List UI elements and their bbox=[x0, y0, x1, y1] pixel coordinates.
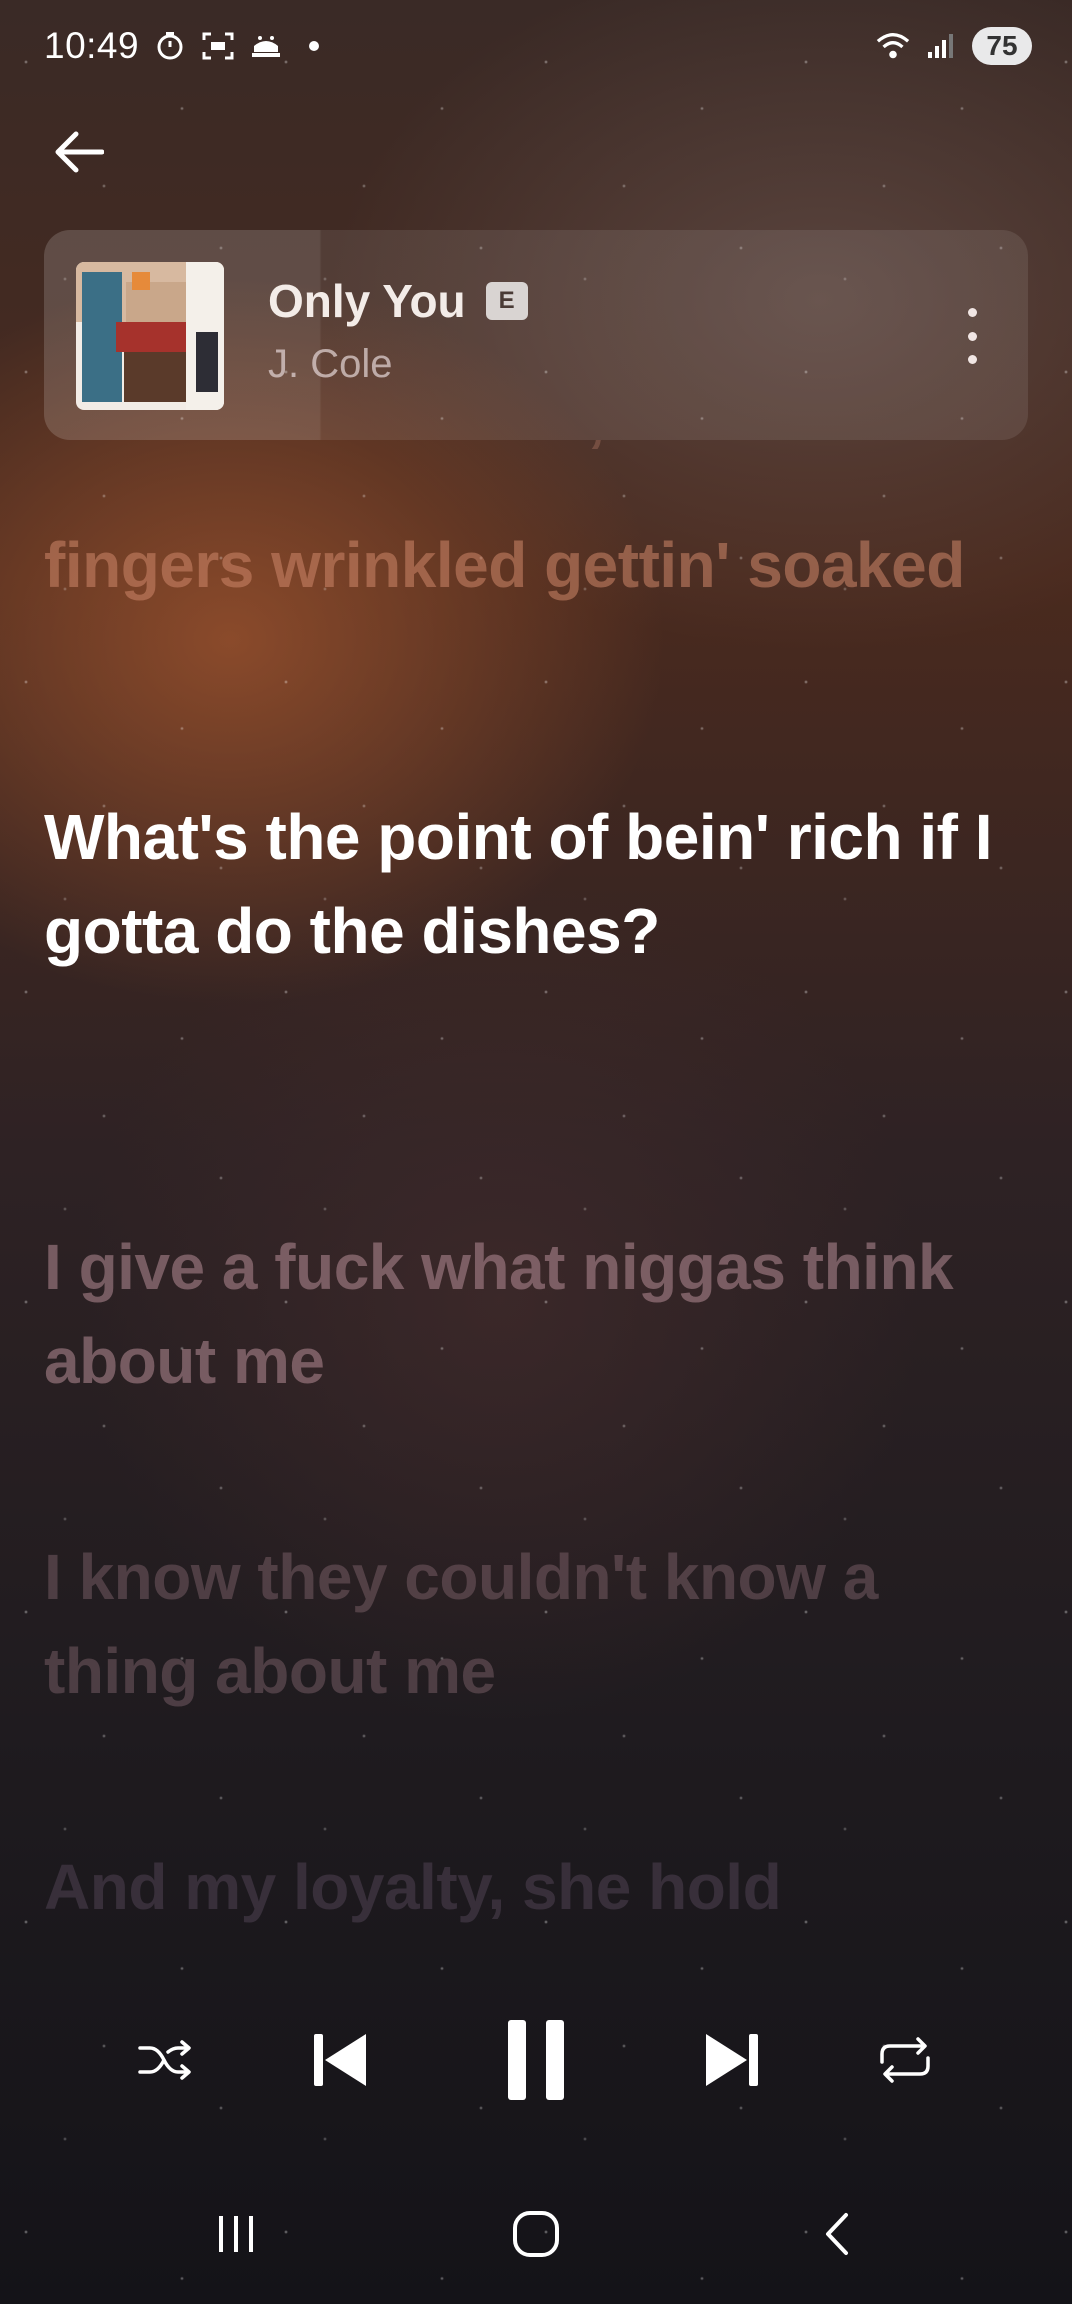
now-playing-card[interactable]: Only You E J. Cole bbox=[44, 230, 1028, 440]
pause-icon bbox=[508, 2020, 564, 2100]
repeat-button[interactable] bbox=[870, 2030, 940, 2090]
previous-icon bbox=[314, 2034, 366, 2086]
status-right: 75 bbox=[876, 27, 1032, 65]
more-dot-icon bbox=[967, 331, 977, 341]
player-controls bbox=[0, 2000, 1072, 2120]
lyric-line[interactable]: And my loyalty, she hold bbox=[44, 1840, 1024, 1930]
recent-apps-button[interactable] bbox=[196, 2194, 276, 2274]
lyrics-panel[interactable]: Dishwasher broke, fingers wrinkled getti… bbox=[44, 440, 1024, 1930]
status-time: 10:49 bbox=[44, 25, 140, 66]
screenshot-icon bbox=[201, 29, 235, 63]
more-options-button[interactable] bbox=[960, 308, 984, 364]
system-nav-bar bbox=[0, 2164, 1072, 2304]
lyric-line[interactable]: I give a fuck what niggas think about me bbox=[44, 1220, 1024, 1408]
status-left: 10:49 bbox=[44, 25, 331, 67]
track-artist[interactable]: J. Cole bbox=[268, 342, 528, 387]
wifi-icon bbox=[876, 29, 910, 63]
album-art bbox=[76, 262, 224, 410]
current-lyric-line[interactable]: What's the point of bein' rich if I gott… bbox=[44, 790, 1024, 978]
track-title: Only You bbox=[268, 275, 466, 327]
lyric-line[interactable]: Dishwasher broke, bbox=[44, 440, 1024, 464]
dot-icon bbox=[297, 29, 331, 63]
more-dot-icon bbox=[967, 308, 977, 317]
lyric-line[interactable]: fingers wrinkled gettin' soaked bbox=[44, 518, 1024, 612]
notification-icon bbox=[249, 29, 283, 63]
explicit-badge: E bbox=[485, 282, 528, 320]
track-info: Only You E J. Cole bbox=[268, 274, 528, 387]
back-nav-button[interactable] bbox=[796, 2194, 876, 2274]
pause-button[interactable] bbox=[490, 2010, 582, 2110]
signal-icon bbox=[924, 29, 958, 63]
back-button[interactable] bbox=[46, 120, 110, 184]
shuffle-button[interactable] bbox=[130, 2030, 200, 2090]
repeat-icon bbox=[880, 2037, 930, 2083]
home-icon bbox=[513, 2211, 559, 2257]
timer-icon bbox=[153, 29, 187, 63]
next-button[interactable] bbox=[692, 2020, 772, 2100]
home-button[interactable] bbox=[496, 2194, 576, 2274]
track-title-row: Only You E bbox=[268, 274, 528, 328]
lyric-line[interactable]: I know they couldn't know a thing about … bbox=[44, 1530, 1024, 1718]
arrow-left-icon bbox=[55, 131, 104, 173]
next-icon bbox=[706, 2034, 758, 2086]
more-dot-icon bbox=[967, 355, 977, 364]
battery-indicator: 75 bbox=[972, 27, 1032, 65]
previous-button[interactable] bbox=[300, 2020, 380, 2100]
status-bar: 10:49 75 bbox=[0, 0, 1072, 92]
recent-apps-icon bbox=[219, 2216, 253, 2252]
back-nav-icon bbox=[826, 2213, 848, 2255]
shuffle-icon bbox=[138, 2040, 191, 2080]
